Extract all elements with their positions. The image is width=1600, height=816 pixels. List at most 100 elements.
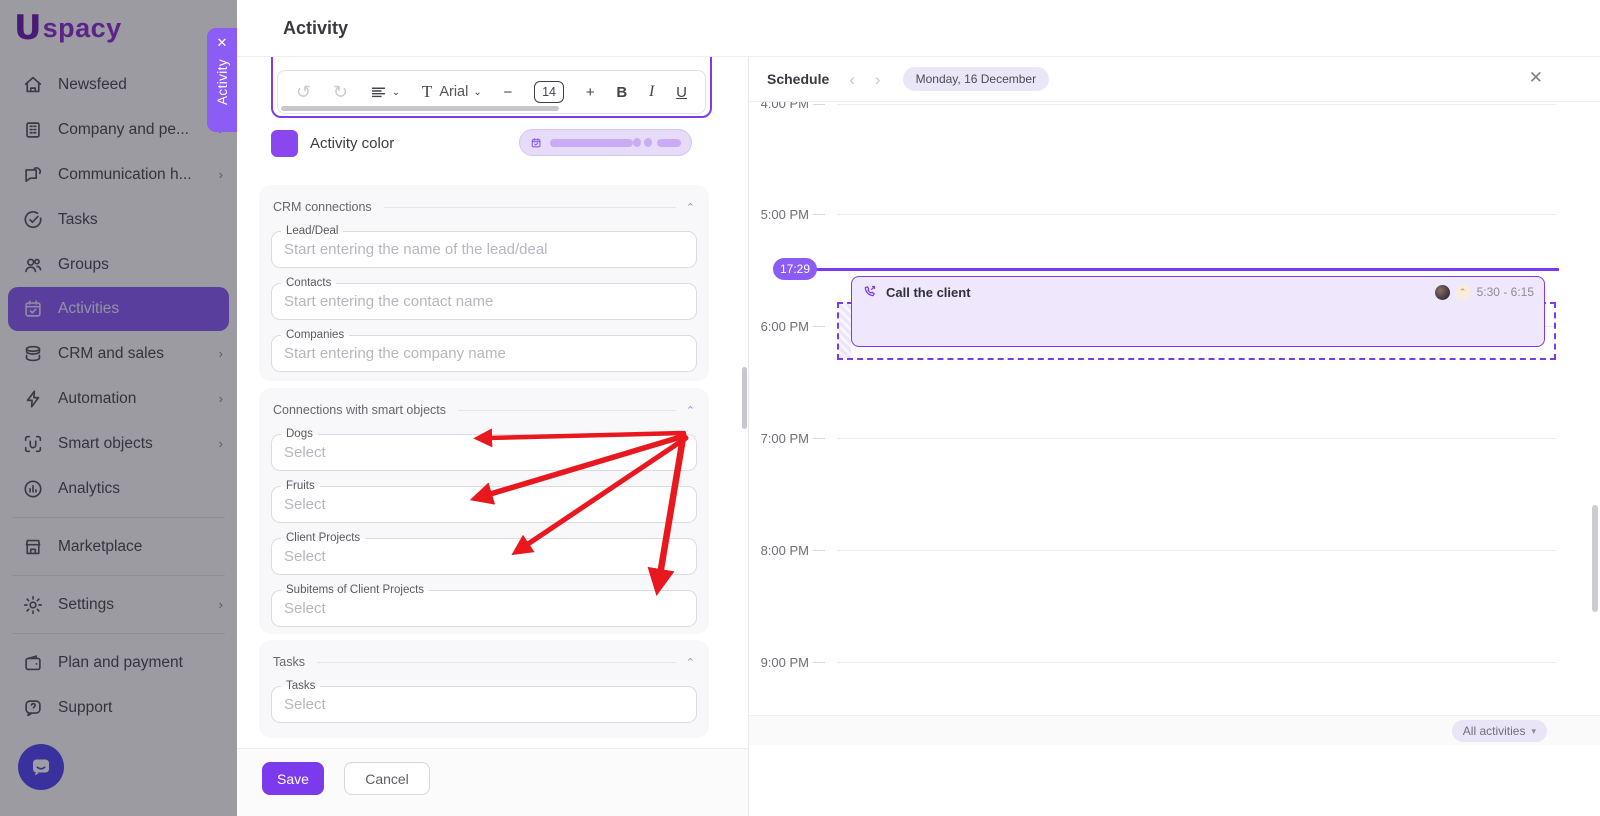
hour-line <box>837 550 1556 551</box>
lead-deal-field[interactable]: Lead/Deal Start entering the name of the… <box>271 231 697 268</box>
undo-icon[interactable]: ↺ <box>296 82 311 103</box>
calendar-icon <box>530 136 542 150</box>
smart-objects-section: Connections with smart objects ⌃ Dogs Se… <box>259 388 709 634</box>
section-title: Connections with smart objects <box>273 403 446 417</box>
tasks-field[interactable]: Tasks Select <box>271 686 697 723</box>
preview-dot <box>644 138 652 147</box>
collapse-event-icon[interactable]: ⌃ <box>1455 284 1471 300</box>
time-label: 6:00 PM <box>749 319 809 334</box>
contacts-field[interactable]: Contacts Start entering the contact name <box>271 283 697 320</box>
time-label: 9:00 PM <box>749 655 809 670</box>
field-placeholder: Select <box>272 687 696 722</box>
activities-filter-dropdown[interactable]: All activities ▾ <box>1452 720 1547 742</box>
align-button[interactable]: ⌄ <box>370 84 400 101</box>
chevron-up-icon[interactable]: ⌃ <box>686 404 695 417</box>
font-size-value[interactable]: 14 <box>534 81 564 103</box>
modal-backdrop[interactable] <box>0 0 237 816</box>
hour-tick <box>813 214 825 215</box>
preview-bar <box>657 139 681 147</box>
toolbar-scrollbar[interactable] <box>281 106 559 111</box>
bold-button[interactable]: B <box>616 84 627 101</box>
filter-label: All activities <box>1463 724 1526 738</box>
text-style-icon: T <box>422 82 432 102</box>
section-title: Tasks <box>273 655 305 669</box>
schedule-footer: All activities ▾ <box>749 715 1600 745</box>
form-scrollbar[interactable] <box>742 367 747 429</box>
font-size-decrease-button[interactable]: − <box>504 84 513 101</box>
field-label: Companies <box>281 329 349 342</box>
activity-form-panel: ↺ ↻ ⌄ T Arial ⌄ − 14 + B I U <box>237 57 748 816</box>
preview-dot <box>633 138 641 147</box>
hour-line <box>837 662 1556 663</box>
section-divider <box>384 207 676 208</box>
modal-header: Activity <box>237 0 1600 57</box>
chevron-up-icon[interactable]: ⌃ <box>686 201 695 214</box>
activity-side-tab[interactable]: ✕ Activity <box>207 28 237 132</box>
field-label: Lead/Deal <box>281 225 343 238</box>
font-size-increase-button[interactable]: + <box>586 84 595 101</box>
event-time-range: 5:30 - 6:15 <box>1477 285 1534 299</box>
field-label: Dogs <box>281 428 318 441</box>
preview-bar <box>550 139 633 147</box>
next-day-button[interactable]: › <box>875 71 881 88</box>
schedule-header: Schedule ‹ › Monday, 16 December ✕ <box>749 57 1600 102</box>
activity-color-preview <box>519 129 692 156</box>
schedule-scrollbar[interactable] <box>1592 505 1598 612</box>
hour-line <box>837 438 1556 439</box>
field-label: Subitems of Client Projects <box>281 584 429 597</box>
hour-tick <box>813 326 825 327</box>
field-label: Tasks <box>281 680 320 693</box>
hour-line <box>837 214 1556 215</box>
event-drag-hatch <box>839 304 851 358</box>
section-divider <box>458 410 676 411</box>
schedule-title: Schedule <box>767 71 829 87</box>
section-divider <box>317 662 676 663</box>
field-label: Contacts <box>281 277 336 290</box>
schedule-grid[interactable]: 4:00 PM 5:00 PM 6:00 PM 7:00 PM 8:00 PM … <box>749 102 1600 715</box>
time-label: 8:00 PM <box>749 543 809 558</box>
field-label: Fruits <box>281 480 320 493</box>
activity-color-label: Activity color <box>310 135 394 152</box>
crm-connections-section: CRM connections ⌃ Lead/Deal Start enteri… <box>259 185 709 381</box>
tasks-section: Tasks ⌃ Tasks Select <box>259 640 709 738</box>
avatar <box>1435 285 1450 300</box>
client-projects-field[interactable]: Client Projects Select <box>271 538 697 575</box>
dogs-field[interactable]: Dogs Select <box>271 434 697 471</box>
schedule-panel: Schedule ‹ › Monday, 16 December ✕ 4:00 … <box>748 57 1600 816</box>
underline-button[interactable]: U <box>676 84 687 101</box>
current-time-badge: 17:29 <box>773 258 817 280</box>
chevron-down-icon: ⌄ <box>473 87 481 98</box>
redo-icon[interactable]: ↻ <box>333 82 348 103</box>
event-card[interactable]: Call the client ⌃ 5:30 - 6:15 <box>851 276 1545 347</box>
editor-toolbar: ↺ ↻ ⌄ T Arial ⌄ − 14 + B I U <box>277 70 706 114</box>
time-label: 5:00 PM <box>749 207 809 222</box>
font-family-value: Arial <box>439 84 468 100</box>
activity-modal: Activity ↺ ↻ ⌄ T Arial ⌄ − 14 + B <box>237 0 1600 816</box>
chevron-down-icon: ▾ <box>1531 726 1536 737</box>
prev-day-button[interactable]: ‹ <box>849 71 855 88</box>
current-time-line <box>811 268 1559 271</box>
date-pill[interactable]: Monday, 16 December <box>903 67 1050 91</box>
hour-tick <box>813 550 825 551</box>
form-footer: Save Cancel <box>237 748 748 816</box>
italic-button[interactable]: I <box>649 83 654 101</box>
chevron-up-icon[interactable]: ⌃ <box>686 656 695 669</box>
hour-line <box>837 104 1556 105</box>
save-button[interactable]: Save <box>262 762 324 795</box>
phone-call-icon <box>862 284 878 300</box>
close-icon[interactable]: ✕ <box>1529 69 1543 86</box>
activity-color-row: Activity color <box>271 129 712 157</box>
font-family-select[interactable]: T Arial ⌄ <box>422 82 482 102</box>
companies-field[interactable]: Companies Start entering the company nam… <box>271 335 697 372</box>
fruits-field[interactable]: Fruits Select <box>271 486 697 523</box>
hour-tick <box>813 104 825 105</box>
subitems-client-projects-field[interactable]: Subitems of Client Projects Select <box>271 590 697 627</box>
close-icon[interactable]: ✕ <box>217 36 228 49</box>
color-swatch[interactable] <box>271 130 298 157</box>
align-icon <box>370 84 387 101</box>
time-label: 4:00 PM <box>749 102 809 111</box>
field-label: Client Projects <box>281 532 365 545</box>
cancel-button[interactable]: Cancel <box>344 762 430 795</box>
field-placeholder: Select <box>272 435 696 470</box>
hour-tick <box>813 438 825 439</box>
